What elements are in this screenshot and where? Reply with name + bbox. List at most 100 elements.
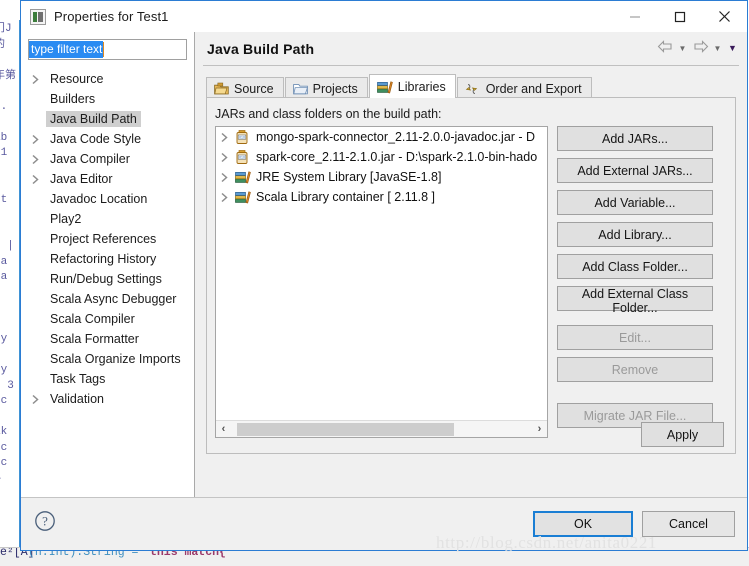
order-export-icon [465,82,481,96]
sidebar-item-refactoring-history[interactable]: Refactoring History [21,249,194,269]
scrollbar-track[interactable] [231,422,532,437]
sidebar-item-validation[interactable]: Validation [21,389,194,409]
sidebar-item-play2[interactable]: Play2 [21,209,194,229]
sidebar-item-label: Javadoc Location [50,192,148,206]
sidebar-item-scala-async-debugger[interactable]: Scala Async Debugger [21,289,194,309]
text-caret [103,42,105,57]
sidebar-tree: Resource Builders Java Build Path Java Code… [21,69,194,409]
sidebar-item-resource[interactable]: Resource [21,69,194,89]
library-entry[interactable]: Scala Library container [ 2.11.8 ] [216,187,547,207]
expand-chevron-icon[interactable] [31,393,46,405]
sidebar-item-java-code-style[interactable]: Java Code Style [21,129,194,149]
svg-text:010: 010 [239,135,245,139]
sidebar-item-label: Java Code Style [50,132,142,146]
sidebar-item-project-references[interactable]: Project References [21,229,194,249]
sidebar-item-label: Builders [50,92,96,106]
libraries-horizontal-scrollbar[interactable]: ‹ › [216,420,547,437]
libraries-list[interactable]: 010 mongo-spark-connector_2.11-2.0.0-java… [215,126,548,438]
close-button[interactable] [702,1,747,32]
scrollbar-thumb[interactable] [237,422,454,436]
properties-dialog: Properties for Test1 type filter text Re… [20,0,748,551]
back-arrow-icon[interactable] [656,40,674,56]
cancel-button[interactable]: Cancel [642,511,735,537]
view-menu-caret-icon[interactable]: ▼ [726,43,739,53]
library-entry-label: spark-core_2.11-2.1.0.jar - D:\spark-2.1… [256,150,538,164]
tab-label: Source [234,81,274,96]
scroll-left-arrow-icon[interactable]: ‹ [216,422,231,437]
sidebar-item-label: Java Editor [50,172,113,186]
add-variable-button[interactable]: Add Variable... [557,190,713,215]
sidebar-item-label: Scala Async Debugger [50,292,177,306]
library-entry-label: mongo-spark-connector_2.11-2.0.0-javadoc… [256,130,536,144]
libraries-books-icon [376,80,393,94]
library-entry-label: JRE System Library [JavaSE-1.8] [256,170,442,184]
sidebar-item-task-tags[interactable]: Task Tags [21,369,194,389]
library-entry[interactable]: JRE System Library [JavaSE-1.8] [216,167,547,187]
library-icon [235,170,251,184]
add-external-class-folder-button[interactable]: Add External Class Folder... [557,286,713,315]
expand-chevron-icon[interactable] [31,173,46,185]
filter-input-value: type filter text [29,41,104,58]
sidebar-item-label: Project References [50,232,157,246]
tab-source[interactable]: Source [206,77,284,99]
libraries-action-buttons: Add JARs... Add External JARs... Add Varia… [557,126,713,438]
expand-chevron-icon[interactable] [220,171,235,183]
add-jars-button[interactable]: Add JARs... [557,126,713,151]
dialog-body: type filter text Resource Builders Java Bu… [21,32,747,499]
add-external-jars-button[interactable]: Add External JARs... [557,158,713,183]
sidebar-item-scala-compiler[interactable]: Scala Compiler [21,309,194,329]
tab-label: Projects [312,81,358,96]
page-header: Java Build Path ▼ ▼ ▼ [195,32,747,66]
maximize-button[interactable] [657,1,702,32]
apply-button[interactable]: Apply [641,422,724,447]
sidebar-item-java-compiler[interactable]: Java Compiler [21,149,194,169]
jar-icon: 010 [235,149,251,165]
tab-order-and-export[interactable]: Order and Export [456,77,592,99]
ok-button[interactable]: OK [533,511,633,537]
expand-chevron-icon[interactable] [31,73,46,85]
library-icon [235,190,251,204]
projects-folder-icon [292,82,308,95]
forward-arrow-icon[interactable] [691,40,709,56]
page-nav-buttons: ▼ ▼ ▼ [656,40,739,56]
sidebar-item-java-build-path[interactable]: Java Build Path [21,109,194,129]
expand-chevron-icon[interactable] [31,153,46,165]
apply-row: Apply [641,422,724,447]
add-library-button[interactable]: Add Library... [557,222,713,247]
sidebar-item-scala-formatter[interactable]: Scala Formatter [21,329,194,349]
tab-projects[interactable]: Projects [284,77,368,99]
filter-wrapper: type filter text [21,37,194,60]
back-history-caret-icon[interactable]: ▼ [676,44,689,53]
page-title: Java Build Path [207,41,315,57]
expand-chevron-icon[interactable] [220,131,235,143]
expand-chevron-icon[interactable] [220,191,235,203]
tab-libraries[interactable]: Libraries [368,74,456,98]
library-entry[interactable]: 010 mongo-spark-connector_2.11-2.0.0-java… [216,127,547,147]
filter-input[interactable]: type filter text [28,39,187,60]
minimize-button[interactable] [612,1,657,32]
dialog-footer: ? OK Cancel [21,497,747,550]
dialog-titlebar[interactable]: Properties for Test1 [21,1,747,32]
sidebar-item-scala-organize-imports[interactable]: Scala Organize Imports [21,349,194,369]
sidebar-item-java-editor[interactable]: Java Editor [21,169,194,189]
help-question-icon[interactable]: ? [34,510,56,535]
expand-chevron-icon[interactable] [220,151,235,163]
sidebar-item-run-debug-settings[interactable]: Run/Debug Settings [21,269,194,289]
svg-text:?: ? [42,514,48,529]
sidebar-item-label: Scala Organize Imports [50,352,181,366]
sidebar-item-label: Validation [50,392,104,406]
jar-icon: 010 [235,129,251,145]
add-class-folder-button[interactable]: Add Class Folder... [557,254,713,279]
scroll-right-arrow-icon[interactable]: › [532,422,547,437]
sidebar-item-label: Task Tags [50,372,106,386]
screen: 门J 的 t 年第 n. ab =1 s st s | /a /a ( ty l… [0,0,749,566]
forward-history-caret-icon[interactable]: ▼ [711,44,724,53]
sidebar-item-label: Java Compiler [50,152,130,166]
sidebar-item-javadoc-location[interactable]: Javadoc Location [21,189,194,209]
expand-chevron-icon[interactable] [31,133,46,145]
sidebar-item-label: Run/Debug Settings [50,272,162,286]
library-entry[interactable]: 010 spark-core_2.11-2.1.0.jar - D:\spark-… [216,147,547,167]
remove-button: Remove [557,357,713,382]
tab-label: Libraries [397,79,446,94]
sidebar-item-builders[interactable]: Builders [21,89,194,109]
